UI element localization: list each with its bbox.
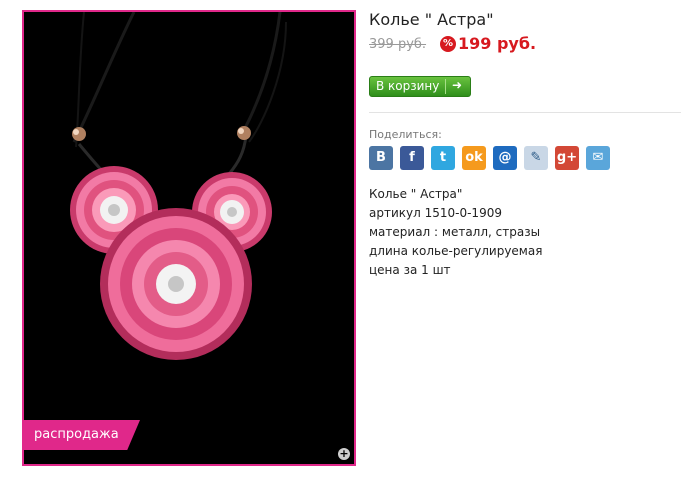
add-to-cart-label: В корзину: [376, 79, 440, 93]
section-divider: [369, 112, 681, 113]
description-line-price-unit: цена за 1 шт: [369, 263, 451, 277]
odnoklassniki-icon[interactable]: ok: [462, 146, 486, 170]
product-title: Колье " Астра": [369, 10, 494, 29]
social-share-buttons: Bf t ok @ ✎ g+ ✉: [369, 146, 610, 170]
twitter-icon[interactable]: t: [431, 146, 455, 170]
product-image[interactable]: распродажа +: [22, 10, 356, 466]
add-to-cart-button[interactable]: В корзину ➜: [369, 76, 471, 97]
arrow-right-icon: ➜: [452, 78, 463, 92]
necklace-picture: [70, 12, 287, 360]
email-icon[interactable]: ✉: [586, 146, 610, 170]
product-description: Колье " Астра" артикул 1510-0-1909 матер…: [369, 185, 542, 280]
old-price: 399 руб.: [369, 37, 427, 52]
discount-icon: %: [440, 36, 456, 52]
google-plus-icon[interactable]: g+: [555, 146, 579, 170]
description-line-material: материал : металл, стразы: [369, 225, 541, 239]
sale-badge: распродажа: [24, 420, 140, 450]
facebook-icon[interactable]: f: [400, 146, 424, 170]
vkontakte-icon[interactable]: B: [369, 146, 393, 170]
livejournal-icon[interactable]: ✎: [524, 146, 548, 170]
description-line-length: длина колье-регулируемая: [369, 244, 543, 258]
share-label: Поделиться:: [369, 128, 442, 141]
sale-price: 199 руб.: [458, 34, 537, 53]
mail-agent-icon[interactable]: @: [493, 146, 517, 170]
description-line-sku: артикул 1510-0-1909: [369, 206, 502, 220]
button-divider: [445, 79, 446, 94]
zoom-plus-icon[interactable]: +: [338, 448, 350, 460]
description-line-title: Колье " Астра": [369, 187, 463, 201]
